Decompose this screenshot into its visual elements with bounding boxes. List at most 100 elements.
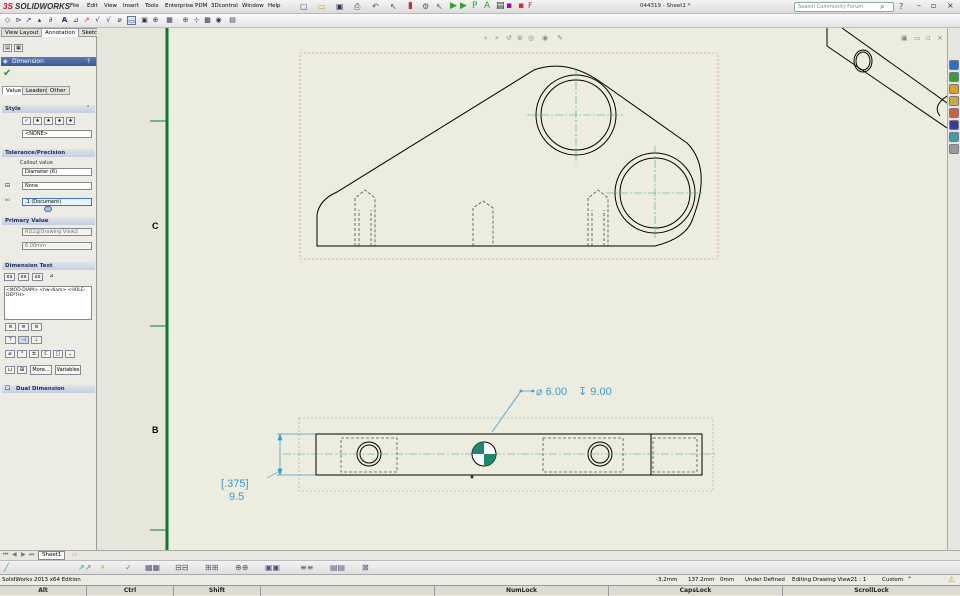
drawing-sheet[interactable]: ⌕ ⌕ ↺ ⊛ ◎ ◉ ✎ ▣ ▭ ▫ × C B ⌀ 6.00 ↧ 9.00 … (97, 28, 947, 550)
last-sheet-icon[interactable]: ⏭ (29, 551, 34, 559)
menu-tools[interactable]: Tools (145, 3, 159, 9)
precision-select[interactable]: .1 (Document) (22, 198, 92, 206)
minimize-icon[interactable]: – (917, 1, 921, 10)
menu-window[interactable]: Window (242, 3, 264, 9)
fx-icon[interactable]: F (528, 1, 533, 10)
menu-insert[interactable]: Insert (123, 3, 139, 9)
justify-right-icon[interactable]: ≡ (31, 323, 42, 331)
layers-icon[interactable]: ▦▦ (145, 563, 160, 572)
resources-icon[interactable] (949, 60, 959, 70)
text-below-line-icon[interactable]: ⊥ (31, 336, 42, 344)
pdf-icon[interactable]: ▪ (518, 1, 524, 11)
undo-icon[interactable]: ↶ (372, 2, 379, 11)
close-icon[interactable]: × (947, 1, 954, 10)
surface-finish-icon[interactable]: √ (93, 16, 102, 25)
gtol-icon[interactable]: ▭ (127, 16, 136, 25)
line-format-icon[interactable]: ≡≡ (300, 563, 313, 572)
justify-left-icon[interactable]: ≡ (5, 323, 16, 331)
text-angle-icon[interactable]: ⊿ (46, 273, 57, 281)
revision-cloud-icon[interactable]: ◉ (214, 16, 223, 25)
square-symbol-icon[interactable]: □ (53, 350, 63, 358)
design-library-icon[interactable] (949, 72, 959, 82)
add-sheet-icon[interactable]: ▭ (72, 551, 78, 558)
ok-checkmark-icon[interactable]: ✔ (3, 68, 11, 79)
load-style-icon[interactable]: ★ (66, 117, 75, 125)
menu-file[interactable]: File (70, 3, 79, 9)
sketch-tools-icon[interactable]: ↗↗ (78, 563, 91, 572)
show-edge-icon[interactable]: ⊠ (362, 563, 369, 572)
forum-icon[interactable] (949, 132, 959, 142)
datum-feature-icon[interactable]: ▣ (140, 16, 149, 25)
print-icon[interactable]: ⎙ (354, 2, 360, 12)
dimension-text-section-header[interactable]: Dimension Text (2, 262, 95, 270)
save-icon[interactable]: ▣ (336, 2, 344, 11)
collapse-style-icon[interactable]: ⌃ (86, 105, 90, 111)
hole-callout-icon[interactable]: ⌀ (115, 16, 124, 25)
maximize-icon[interactable]: ▫ (931, 1, 936, 10)
menu-edit[interactable]: Edit (87, 3, 98, 9)
search-icon[interactable]: ⌕ (880, 2, 884, 12)
variables-button[interactable]: Variables (55, 365, 81, 375)
inspection-icon[interactable]: ⊞ (17, 366, 27, 374)
add-parentheses-icon[interactable]: ⊔ (5, 366, 15, 374)
primary-value-section-header[interactable]: Primary Value (2, 217, 95, 225)
note-icon[interactable]: A (60, 16, 69, 25)
sheet-tab-sheet1[interactable]: Sheet1 (38, 551, 66, 560)
dual-dimension-section-header[interactable]: Dual Dimension (2, 385, 95, 393)
prev-sheet-icon[interactable]: ◀ (12, 551, 17, 558)
sketch-line-icon[interactable]: ╱ (4, 563, 9, 572)
search-input[interactable]: Search Community Forum (794, 2, 894, 12)
apply-style-icon[interactable]: ✓ (22, 117, 31, 125)
spline-icon[interactable]: ∂ (46, 16, 55, 25)
plus-minus-symbol-icon[interactable]: ± (29, 350, 39, 358)
green-p-icon[interactable]: P (472, 1, 477, 11)
tolerance-type-select[interactable]: None (22, 182, 92, 190)
dtp-icon[interactable]: ▪ (506, 1, 512, 11)
play-icon[interactable]: ▶ (450, 1, 457, 11)
tolerance-section-header[interactable]: Tolerance/Precision (2, 149, 95, 157)
dimension-text-area[interactable]: <MOD-DIAM> <hw-diam> <HOLE-DEPTH> (4, 286, 92, 320)
format-painter-icon[interactable]: ▴ (35, 16, 44, 25)
weld-symbol-icon[interactable]: √ (104, 16, 113, 25)
macro-icon[interactable]: ▶ (460, 1, 467, 11)
menu-3dcontrol[interactable]: 3Dcontrol (211, 3, 238, 9)
datum-target-icon[interactable]: ⊕ (151, 16, 160, 25)
doc-icon[interactable]: ▤ (496, 1, 505, 11)
callout-value-select[interactable]: Diameter (6) (22, 168, 92, 176)
custom-properties-icon[interactable] (949, 120, 959, 130)
options-icon[interactable]: ⚙ (422, 2, 429, 11)
balloon-icon[interactable]: ↗ (82, 16, 91, 25)
green-a-icon[interactable]: A (484, 1, 490, 11)
text-middle-line-icon[interactable]: ⊣ (18, 336, 29, 344)
diameter-symbol-icon[interactable]: ⌀ (5, 350, 15, 358)
style-select[interactable]: <NONE> (22, 130, 92, 138)
file-explorer-icon[interactable] (949, 84, 959, 94)
centerline-symbol-icon[interactable]: ℂ (41, 350, 51, 358)
unit-system[interactable]: Custom (882, 577, 903, 583)
menu-help[interactable]: Help (268, 3, 281, 9)
units-dropdown-icon[interactable]: ⌃ (907, 576, 912, 583)
hide-edge-icon[interactable]: ▤▤ (330, 563, 345, 572)
first-sheet-icon[interactable]: ⏮ (3, 551, 8, 559)
degree-symbol-icon[interactable]: ° (17, 350, 27, 358)
tab-annotation[interactable]: Annotation (41, 28, 80, 37)
relations-icon[interactable]: ✓ (125, 563, 132, 572)
align-icon[interactable]: ⊟⊟ (175, 563, 188, 572)
smart-dimension-icon[interactable]: ◇ (3, 16, 12, 25)
dimension-name-field[interactable]: RD2@Drawing View2 (22, 228, 92, 236)
open-icon[interactable]: ▭ (318, 2, 326, 11)
sketch-entities-icon[interactable]: ⚡ (100, 563, 106, 572)
help-button[interactable]: ? (87, 58, 90, 65)
text-above-icon[interactable]: xx (4, 273, 15, 281)
model-items-icon[interactable]: ⊳ (14, 16, 23, 25)
linear-pattern-icon[interactable]: ⊿ (71, 16, 80, 25)
solidworks-logo[interactable]: 3S SOLIDWORKS (3, 2, 70, 11)
text-below-icon[interactable]: xx (32, 273, 43, 281)
rebuild-icon[interactable]: ▮ (408, 1, 413, 11)
menu-enterprise-pdm[interactable]: Enterprise PDM (165, 3, 207, 9)
symbol-dropdown-icon[interactable]: ⌄ (65, 350, 75, 358)
dimension-value-field[interactable]: 6.00mm (22, 242, 92, 250)
tab-view-layout[interactable]: View Layout (1, 28, 43, 37)
text-inline-icon[interactable]: xx (18, 273, 29, 281)
next-sheet-icon[interactable]: ▶ (21, 551, 26, 558)
